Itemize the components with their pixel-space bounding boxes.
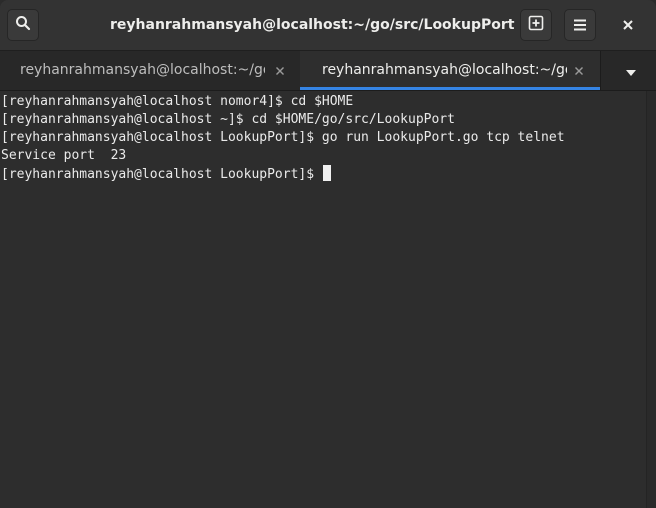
terminal-output[interactable]: [reyhanrahmansyah@localhost nomor4]$ cd … bbox=[0, 91, 646, 508]
tab-label: reyhanrahmansyah@localhost:~/go/src/Look… bbox=[20, 62, 265, 78]
tabs-dropdown-button[interactable] bbox=[616, 63, 646, 79]
window-title: reyhanrahmansyah@localhost:~/go/src/Look… bbox=[110, 17, 515, 33]
hamburger-menu-icon bbox=[573, 16, 587, 35]
new-tab-icon bbox=[528, 15, 544, 35]
terminal-window: reyhanrahmansyah@localhost:~/go/src/Look… bbox=[0, 0, 656, 508]
close-icon bbox=[622, 16, 634, 35]
terminal-prompt: [reyhanrahmansyah@localhost LookupPort]$ bbox=[1, 167, 322, 182]
tab-2-active[interactable]: reyhanrahmansyah@localhost:~/go/src/Look… bbox=[300, 51, 600, 90]
tab-close-button[interactable] bbox=[272, 63, 287, 78]
tab-separator bbox=[600, 51, 601, 90]
terminal-line: [reyhanrahmansyah@localhost ~]$ cd $HOME… bbox=[1, 112, 455, 127]
tab-close-button[interactable] bbox=[571, 63, 586, 78]
close-window-button[interactable] bbox=[612, 9, 644, 41]
terminal-prompt-line: [reyhanrahmansyah@localhost LookupPort]$ bbox=[1, 165, 331, 183]
terminal-line: [reyhanrahmansyah@localhost LookupPort]$… bbox=[1, 130, 565, 145]
chevron-down-icon bbox=[625, 62, 637, 81]
scrollbar[interactable] bbox=[646, 91, 656, 508]
close-icon bbox=[275, 66, 284, 75]
tab-bar: reyhanrahmansyah@localhost:~/go/src/Look… bbox=[0, 51, 656, 91]
close-icon bbox=[574, 66, 583, 75]
new-tab-button[interactable] bbox=[520, 9, 552, 41]
main-menu-button[interactable] bbox=[564, 9, 596, 41]
search-icon bbox=[15, 15, 31, 35]
tab-1[interactable]: reyhanrahmansyah@localhost:~/go/src/Look… bbox=[0, 51, 300, 90]
text-cursor bbox=[322, 165, 331, 181]
header-bar: reyhanrahmansyah@localhost:~/go/src/Look… bbox=[0, 0, 656, 51]
terminal-line: Service port 23 bbox=[1, 148, 127, 163]
tab-label: reyhanrahmansyah@localhost:~/go/src/Look… bbox=[322, 62, 567, 78]
terminal-line: [reyhanrahmansyah@localhost nomor4]$ cd … bbox=[1, 94, 354, 109]
search-button[interactable] bbox=[7, 9, 39, 41]
